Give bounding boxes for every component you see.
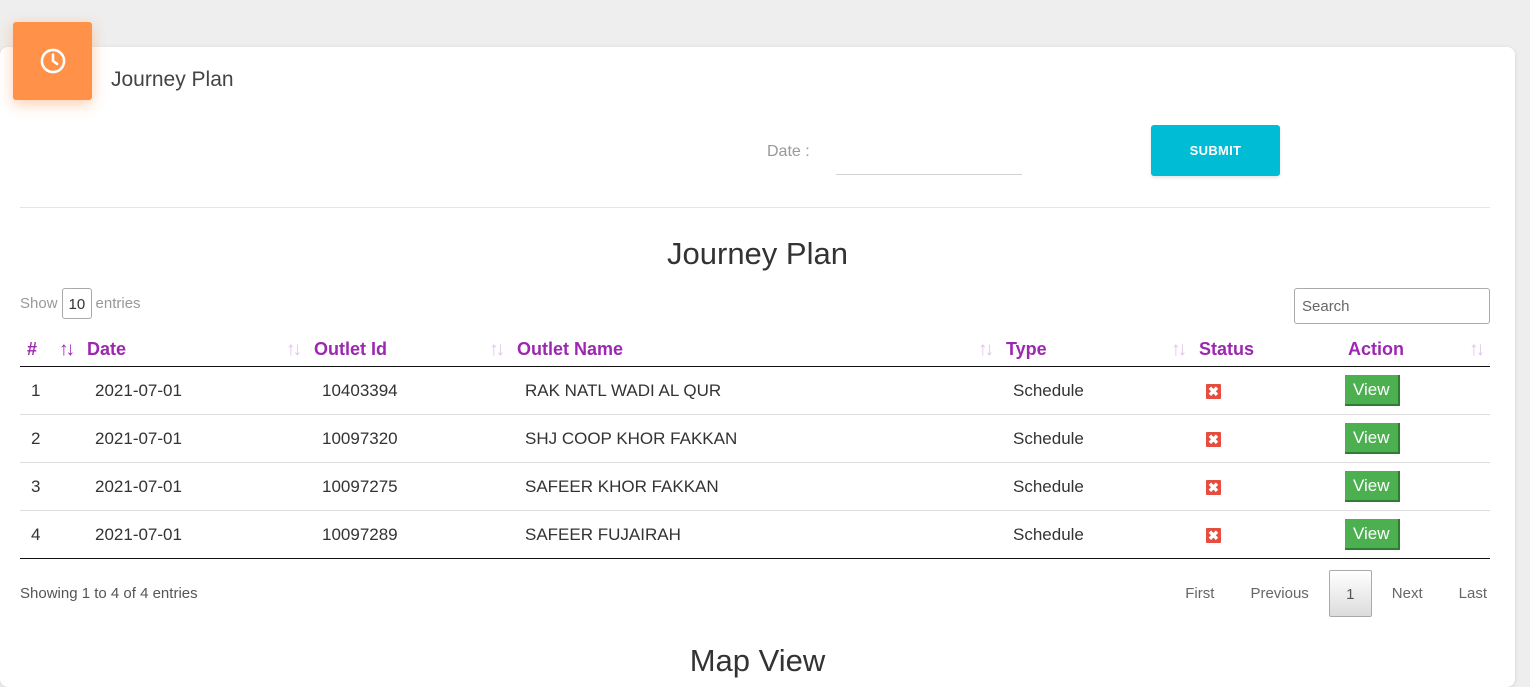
column-header-action[interactable]: Action ↑↓ bbox=[1330, 332, 1490, 367]
row-date: 2021-07-01 bbox=[80, 414, 307, 463]
column-header-outlet-id[interactable]: Outlet Id ↑↓ bbox=[307, 332, 510, 367]
sort-icon: ↑↓ bbox=[978, 339, 994, 360]
sort-icon: ↑↓ bbox=[59, 339, 75, 360]
date-label: Date : bbox=[767, 143, 810, 160]
status-cross-icon: ✖ bbox=[1206, 527, 1221, 543]
column-header-outlet-name[interactable]: Outlet Name ↑↓ bbox=[510, 332, 999, 367]
status-cross-icon: ✖ bbox=[1206, 431, 1221, 447]
sort-icon: ↑↓ bbox=[1469, 339, 1485, 360]
table-section-title: Journey Plan bbox=[667, 236, 848, 271]
row-number: 4 bbox=[20, 510, 80, 559]
entries-label: entries bbox=[95, 295, 141, 312]
pagination-next[interactable]: Next bbox=[1374, 570, 1441, 617]
submit-button[interactable]: SUBMIT bbox=[1151, 125, 1280, 176]
table-row: 3 2021-07-01 10097275 SAFEER KHOR FAKKAN… bbox=[20, 462, 1490, 511]
sort-icon: ↑↓ bbox=[286, 339, 302, 360]
view-button[interactable]: View bbox=[1345, 519, 1400, 550]
row-outlet-name: SAFEER FUJAIRAH bbox=[510, 510, 999, 559]
pagination-last[interactable]: Last bbox=[1441, 570, 1505, 617]
table-row: 4 2021-07-01 10097289 SAFEER FUJAIRAH Sc… bbox=[20, 510, 1490, 559]
row-type: Schedule bbox=[999, 414, 1192, 463]
row-number: 2 bbox=[20, 414, 80, 463]
pagination-first[interactable]: First bbox=[1167, 570, 1232, 617]
row-outlet-id: 10097275 bbox=[307, 462, 510, 511]
view-button[interactable]: View bbox=[1345, 375, 1400, 406]
column-header-type[interactable]: Type ↑↓ bbox=[999, 332, 1192, 367]
row-outlet-name: SHJ COOP KHOR FAKKAN bbox=[510, 414, 999, 463]
search-input[interactable] bbox=[1294, 288, 1490, 324]
show-label: Show bbox=[20, 295, 58, 312]
row-number: 1 bbox=[31, 380, 41, 400]
clock-icon bbox=[40, 48, 65, 74]
row-number: 3 bbox=[20, 462, 80, 511]
row-date: 2021-07-01 bbox=[80, 462, 307, 511]
column-header-number[interactable]: # ↑↓ bbox=[20, 332, 80, 367]
row-outlet-id: 10097320 bbox=[307, 414, 510, 463]
sort-icon: ↑↓ bbox=[489, 339, 505, 360]
row-type: Schedule bbox=[999, 510, 1192, 559]
table-row: 1 2021-07-01 10403394 RAK NATL WADI AL Q… bbox=[20, 367, 1490, 415]
column-header-status: Status bbox=[1192, 332, 1330, 367]
row-outlet-id: 10403394 bbox=[322, 380, 398, 400]
row-outlet-id: 10097289 bbox=[307, 510, 510, 559]
row-type: Schedule bbox=[999, 462, 1192, 511]
table-info: Showing 1 to 4 of 4 entries bbox=[20, 585, 198, 602]
row-outlet-name: RAK NATL WADI AL QUR bbox=[525, 380, 722, 400]
page-title: Journey Plan bbox=[111, 68, 234, 91]
sort-icon: ↑↓ bbox=[1171, 339, 1187, 360]
column-header-date[interactable]: Date ↑↓ bbox=[80, 332, 307, 367]
status-cross-icon: ✖ bbox=[1206, 383, 1221, 399]
card-header-icon bbox=[13, 22, 92, 100]
pagination-previous[interactable]: Previous bbox=[1232, 570, 1326, 617]
table-row: 2 2021-07-01 10097320 SHJ COOP KHOR FAKK… bbox=[20, 414, 1490, 463]
row-date: 2021-07-01 bbox=[95, 380, 182, 400]
journey-plan-table: # ↑↓ Date ↑↓ Outlet Id ↑↓ Outlet Name ↑↓ Typ… bbox=[20, 332, 1490, 559]
status-cross-icon: ✖ bbox=[1206, 479, 1221, 495]
view-button[interactable]: View bbox=[1345, 471, 1400, 502]
divider bbox=[20, 207, 1490, 208]
row-type: Schedule bbox=[1013, 380, 1084, 400]
row-outlet-name: SAFEER KHOR FAKKAN bbox=[510, 462, 999, 511]
view-button[interactable]: View bbox=[1345, 423, 1400, 454]
entries-length-control: Show 10 entries bbox=[20, 288, 141, 319]
pagination: First Previous 1 Next Last bbox=[1167, 570, 1505, 617]
row-date: 2021-07-01 bbox=[80, 510, 307, 559]
date-input[interactable] bbox=[836, 140, 1022, 175]
pagination-current-page[interactable]: 1 bbox=[1328, 570, 1372, 617]
table-header-row: # ↑↓ Date ↑↓ Outlet Id ↑↓ Outlet Name ↑↓ Typ… bbox=[20, 332, 1490, 367]
entries-length-select[interactable]: 10 bbox=[61, 288, 92, 319]
map-section-title: Map View bbox=[689, 643, 826, 678]
